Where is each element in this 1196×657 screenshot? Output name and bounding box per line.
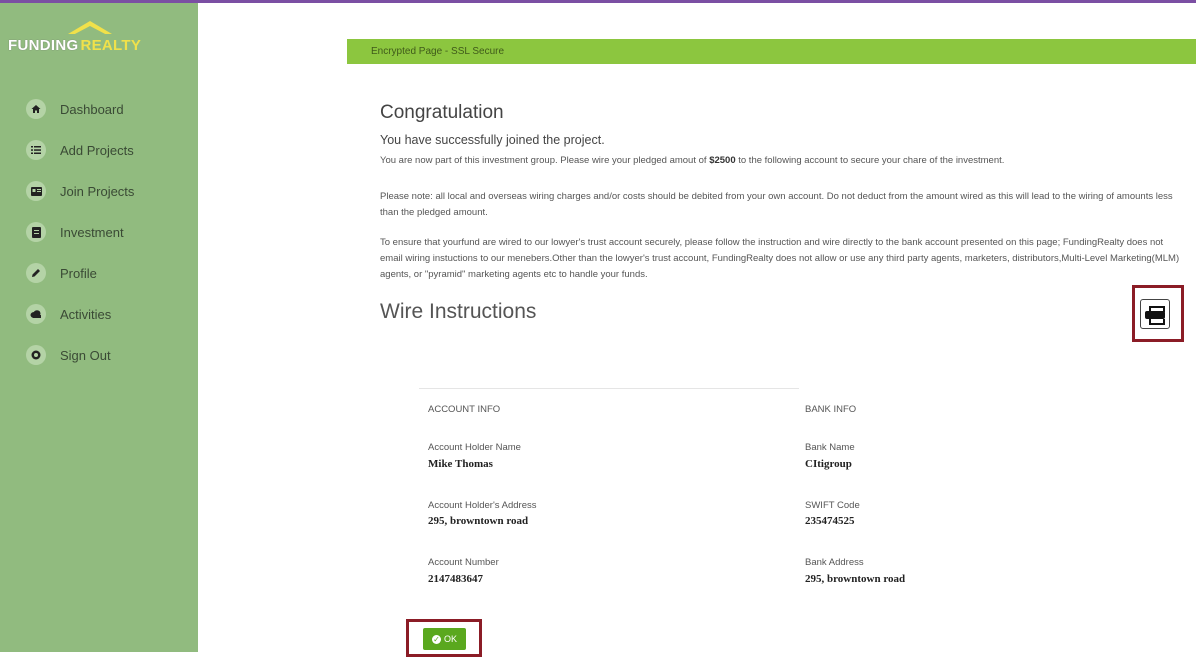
sidebar-item-label: Activities xyxy=(60,306,112,322)
document-icon xyxy=(26,222,46,242)
id-card-icon xyxy=(26,181,46,201)
sidebar-item-investment[interactable]: Investment xyxy=(26,221,124,243)
account-holder-name-value: Mike Thomas xyxy=(428,458,493,470)
account-info-heading: ACCOUNT INFO xyxy=(428,404,501,415)
bank-address-label: Bank Address xyxy=(805,557,864,568)
brand-logo[interactable]: FUNDING REALTY xyxy=(8,37,141,54)
sidebar-item-label: Profile xyxy=(60,265,97,281)
brand-part1: FUNDING xyxy=(8,37,79,54)
wire-instructions-heading: Wire Instructions xyxy=(380,300,537,323)
swift-code-label: SWIFT Code xyxy=(805,500,860,511)
pledge-text-post: to the following account to secure your … xyxy=(735,155,1005,166)
ok-button-label: OK xyxy=(443,634,457,644)
home-icon xyxy=(26,99,46,119)
bank-address-value: 295, browntown road xyxy=(805,573,906,585)
swift-code-value: 235474525 xyxy=(805,515,855,527)
account-holder-name-label: Account Holder Name xyxy=(428,442,521,453)
sidebar-item-activities[interactable]: Activities xyxy=(26,303,111,325)
logo-roof-inner xyxy=(73,26,107,35)
sidebar-item-label: Investment xyxy=(60,224,124,240)
account-number-label: Account Number xyxy=(428,557,499,568)
pledge-text-pre: You are now part of this investment grou… xyxy=(380,155,710,166)
sidebar-item-dashboard[interactable]: Dashboard xyxy=(26,98,124,120)
cloud-icon xyxy=(26,304,46,324)
list-icon xyxy=(26,140,46,160)
success-message: You have successfully joined the project… xyxy=(380,133,605,147)
ok-button[interactable]: ✓ OK xyxy=(423,628,466,650)
brand-part2: REALTY xyxy=(80,37,142,54)
account-holder-address-value: 295, browntown road xyxy=(428,515,529,527)
bank-name-value: CItigroup xyxy=(805,458,852,470)
sidebar-item-sign-out[interactable]: Sign Out xyxy=(26,344,111,366)
charges-note-paragraph: Please note: all local and overseas wiri… xyxy=(380,191,1173,218)
account-holder-address-label: Account Holder's Address xyxy=(428,500,537,511)
security-paragraph: To ensure that yourfund are wired to our… xyxy=(380,237,1180,280)
sidebar-item-label: Join Projects xyxy=(60,183,135,199)
sidebar-item-join-projects[interactable]: Join Projects xyxy=(26,180,134,202)
bank-info-heading: BANK INFO xyxy=(805,404,857,415)
page-title: Congratulation xyxy=(380,102,504,123)
ssl-banner: Encrypted Page - SSL Secure xyxy=(347,39,1196,64)
account-number-value: 2147483647 xyxy=(428,573,483,585)
check-circle-icon: ✓ xyxy=(431,634,441,644)
pencil-icon xyxy=(26,263,46,283)
pledge-paragraph: You are now part of this investment grou… xyxy=(380,153,1180,169)
sidebar-item-label: Add Projects xyxy=(60,142,134,158)
info-divider xyxy=(419,388,799,389)
print-button[interactable] xyxy=(1140,299,1170,329)
sidebar-item-profile[interactable]: Profile xyxy=(26,262,97,284)
sidebar-item-label: Dashboard xyxy=(60,101,124,117)
sidebar-item-add-projects[interactable]: Add Projects xyxy=(26,139,134,161)
sidebar-item-label: Sign Out xyxy=(60,347,111,363)
sidebar: FUNDING REALTY Dashboard Add Projects Joi… xyxy=(0,3,198,652)
power-icon xyxy=(26,345,46,365)
bank-name-label: Bank Name xyxy=(805,442,855,453)
pledge-amount: $2500 xyxy=(709,155,736,166)
main-content: Encrypted Page - SSL Secure Congratulati… xyxy=(347,0,1196,652)
